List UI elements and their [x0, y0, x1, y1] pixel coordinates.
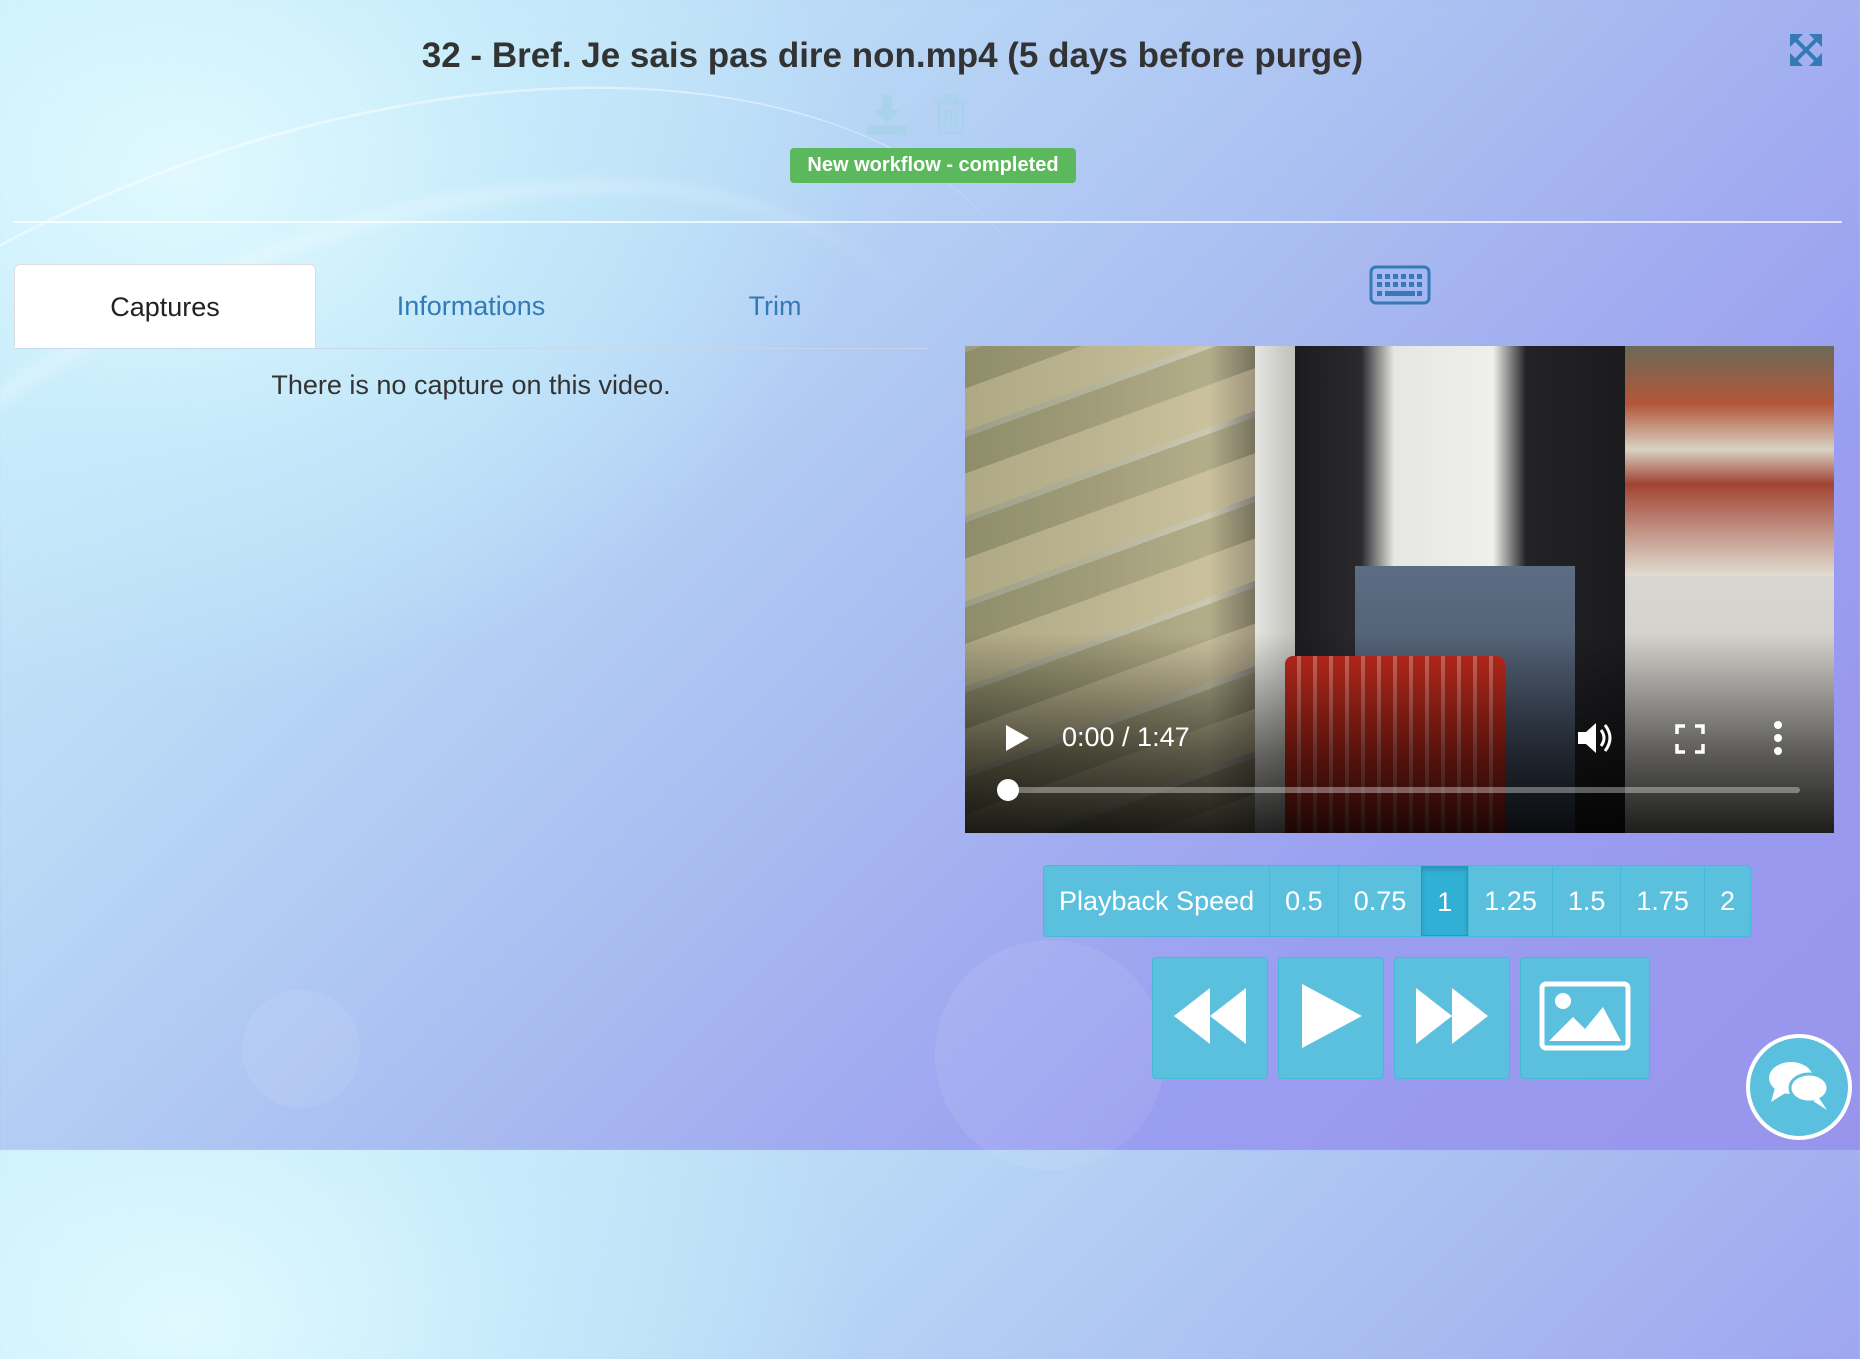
- video-progress-thumb[interactable]: [997, 779, 1019, 801]
- tab-bar: Captures Informations Trim: [14, 264, 928, 349]
- fast-forward-button[interactable]: [1394, 957, 1510, 1079]
- fast-forward-icon: [1412, 984, 1492, 1053]
- speed-option-1.75[interactable]: 1.75: [1620, 866, 1704, 936]
- expand-icon[interactable]: [1788, 32, 1824, 68]
- capture-image-icon: [1539, 981, 1631, 1056]
- speed-option-1[interactable]: 1: [1421, 866, 1469, 936]
- fullscreen-icon[interactable]: [1674, 723, 1706, 755]
- rewind-icon: [1170, 984, 1250, 1053]
- background-bubble: [242, 990, 360, 1108]
- video-title: 32 - Bref. Je sais pas dire non.mp4 (5 d…: [421, 36, 1364, 75]
- volume-icon[interactable]: [1576, 720, 1616, 756]
- trash-icon[interactable]: [929, 93, 973, 137]
- speed-option-1.5[interactable]: 1.5: [1551, 866, 1621, 936]
- playback-speed-label: Playback Speed: [1044, 866, 1270, 936]
- background-bubble: [935, 940, 1165, 1170]
- video-player[interactable]: 0:00 / 1:47: [965, 346, 1834, 833]
- speed-option-0.75[interactable]: 0.75: [1337, 866, 1422, 936]
- play-icon: [1296, 982, 1366, 1055]
- background-swoosh: [0, 0, 1131, 1359]
- header-divider: [14, 221, 1842, 223]
- tab-captures[interactable]: Captures: [14, 264, 316, 348]
- chat-icon: [1767, 1058, 1831, 1117]
- capture-image-button[interactable]: [1520, 957, 1650, 1079]
- tab-informations[interactable]: Informations: [320, 264, 622, 348]
- download-icon[interactable]: [865, 93, 909, 137]
- playback-speed-group: Playback Speed 0.5 0.75 1 1.25 1.5 1.75 …: [1043, 865, 1751, 937]
- speed-option-0.5[interactable]: 0.5: [1269, 866, 1338, 936]
- status-badge: New workflow - completed: [790, 148, 1076, 183]
- captures-empty-message: There is no capture on this video.: [271, 370, 671, 400]
- video-time-display: 0:00 / 1:47: [1062, 722, 1190, 752]
- video-progress-track[interactable]: [1007, 787, 1800, 793]
- chat-button[interactable]: [1746, 1034, 1852, 1140]
- keyboard-icon[interactable]: [1369, 265, 1431, 305]
- rewind-button[interactable]: [1152, 957, 1268, 1079]
- more-options-icon[interactable]: [1772, 720, 1784, 756]
- speed-option-1.25[interactable]: 1.25: [1468, 866, 1552, 936]
- speed-option-2[interactable]: 2: [1703, 866, 1750, 936]
- tab-trim[interactable]: Trim: [624, 264, 926, 348]
- play-button[interactable]: [1278, 957, 1384, 1079]
- video-play-icon[interactable]: [1003, 723, 1031, 753]
